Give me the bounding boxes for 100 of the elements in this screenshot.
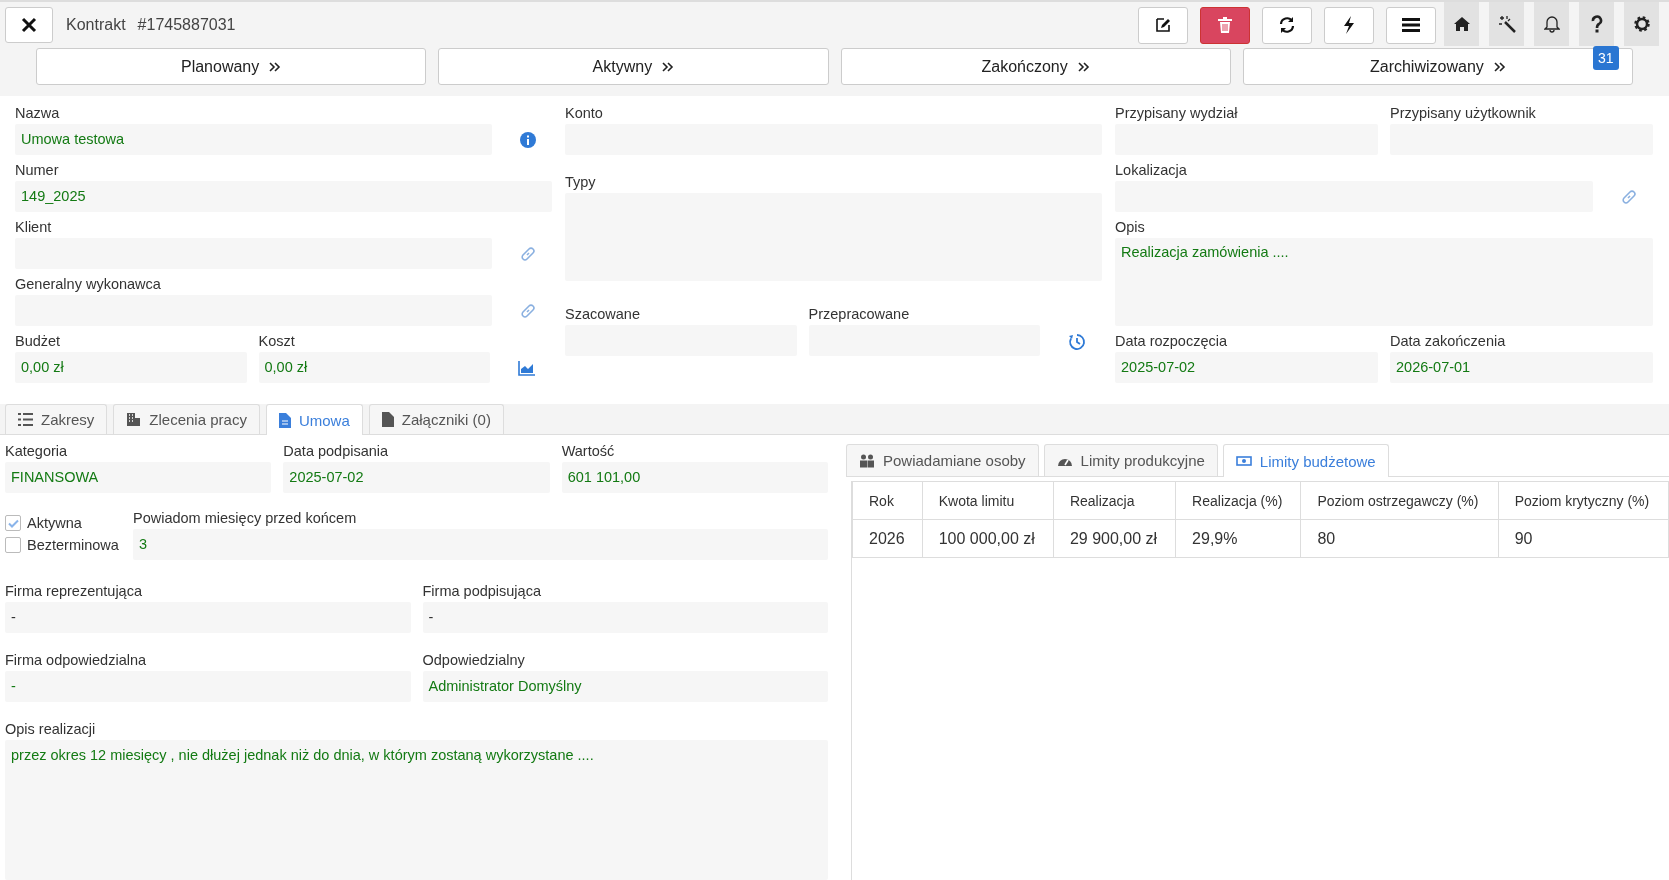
- people-icon: [859, 453, 875, 468]
- bell-button[interactable]: [1534, 2, 1569, 46]
- checkbox[interactable]: [5, 537, 21, 553]
- field-label: Firma odpowiedzialna: [5, 651, 148, 670]
- column-header: Poziom ostrzegawczy (%): [1300, 481, 1499, 520]
- tab[interactable]: Zakresy: [5, 404, 108, 434]
- name-field[interactable]: Umowa testowa: [15, 124, 492, 155]
- table-cell: 29,9%: [1175, 519, 1301, 558]
- column-header: Realizacja: [1053, 481, 1176, 520]
- close-button[interactable]: [5, 7, 53, 43]
- settings-icon: [1632, 15, 1651, 33]
- checkbox[interactable]: [5, 515, 21, 531]
- timer-icon[interactable]: [1068, 333, 1086, 351]
- tab[interactable]: Powiadamiane osoby: [846, 444, 1039, 476]
- menu-button[interactable]: [1386, 6, 1436, 44]
- document-icon: [278, 412, 291, 428]
- tab[interactable]: Limity budżetowe: [1222, 444, 1389, 477]
- stage-button[interactable]: Aktywny: [438, 48, 829, 85]
- realization-description-field[interactable]: przez okres 12 miesięcy , nie dłużej jednak niż do dnia, w którym zostaną wykorzystane ....: [5, 740, 828, 880]
- trash-icon: [1217, 16, 1233, 34]
- menu-icon: [1402, 17, 1420, 33]
- field-label: Data podpisania: [283, 442, 390, 461]
- field-label: Powiadom miesięcy przed końcem: [133, 509, 358, 528]
- field-label: Opis: [1115, 218, 1146, 237]
- column-header: Poziom krytyczny (%): [1498, 481, 1669, 520]
- building-icon: [126, 412, 142, 427]
- field-label: Firma reprezentująca: [5, 582, 143, 601]
- area-chart-icon[interactable]: [518, 360, 536, 376]
- home-icon: [1452, 16, 1471, 32]
- window-title: Kontrakt: [66, 16, 126, 34]
- help-icon: [1589, 15, 1604, 33]
- wand-icon: [1497, 15, 1516, 33]
- column-header: Rok: [852, 481, 923, 520]
- edit-button[interactable]: [1138, 6, 1188, 44]
- edit-icon: [1154, 16, 1172, 34]
- wand-button[interactable]: [1489, 2, 1524, 46]
- budget-field[interactable]: 0,00 zł: [15, 352, 247, 383]
- double-chevron-icon: [1493, 60, 1506, 73]
- field-label: Nazwa: [15, 104, 61, 123]
- description-field[interactable]: Realizacja zamówienia ....: [1115, 238, 1653, 326]
- bell-icon: [1543, 15, 1560, 33]
- refresh-icon: [1277, 15, 1297, 35]
- link-icon[interactable]: [1621, 189, 1637, 205]
- field-label: Konto: [565, 104, 604, 123]
- signed-date-field[interactable]: 2025-07-02: [283, 462, 550, 493]
- table-cell: 100 000,00 zł: [922, 519, 1054, 558]
- field-label: Budżet: [15, 332, 62, 351]
- lightning-button[interactable]: [1324, 6, 1374, 44]
- lightning-icon: [1342, 15, 1356, 35]
- responsible-company-field[interactable]: -: [5, 671, 411, 702]
- field-label: Numer: [15, 161, 60, 180]
- table-cell: 29 900,00 zł: [1053, 519, 1176, 558]
- field-label: Koszt: [258, 332, 296, 351]
- home-button[interactable]: [1444, 2, 1479, 46]
- link-icon[interactable]: [520, 246, 536, 262]
- record-number: #1745887031: [137, 16, 236, 34]
- representing-company-field[interactable]: -: [5, 602, 411, 633]
- notification-badge: 31: [1593, 46, 1619, 70]
- double-chevron-icon: [662, 60, 675, 73]
- field-label: Lokalizacja: [1115, 161, 1188, 180]
- help-button[interactable]: [1579, 2, 1614, 46]
- responsible-field[interactable]: Administrator Domyślny: [422, 671, 828, 702]
- notify-months-field[interactable]: 3: [133, 529, 828, 560]
- info-icon[interactable]: [520, 132, 536, 148]
- tab[interactable]: Limity produkcyjne: [1043, 444, 1218, 476]
- cost-field[interactable]: 0,00 zł: [258, 352, 490, 383]
- field-label: Firma podpisująca: [422, 582, 542, 601]
- field-label: Data rozpoczęcia: [1115, 332, 1229, 351]
- value-field[interactable]: 601 101,00: [561, 462, 828, 493]
- field-label: Przypisany użytkownik: [1390, 104, 1537, 123]
- double-chevron-icon: [269, 60, 282, 73]
- tab[interactable]: Umowa: [265, 404, 363, 435]
- category-field[interactable]: FINANSOWA: [5, 462, 272, 493]
- tab[interactable]: Załączniki (0): [368, 404, 504, 434]
- field-label: Przepracowane: [808, 305, 911, 324]
- refresh-button[interactable]: [1262, 6, 1312, 44]
- delete-button[interactable]: [1200, 6, 1250, 44]
- checkbox-label: Aktywna: [27, 515, 82, 531]
- field-label: Generalny wykonawca: [15, 275, 162, 294]
- field-label: Przypisany wydział: [1115, 104, 1239, 123]
- table-cell: 2026: [852, 519, 923, 558]
- link-icon[interactable]: [520, 303, 536, 319]
- column-header: Realizacja (%): [1175, 481, 1301, 520]
- signing-company-field[interactable]: -: [422, 602, 828, 633]
- tab[interactable]: Zlecenia pracy: [113, 404, 260, 434]
- table-cell: 80: [1300, 519, 1499, 558]
- field-label: Typy: [565, 173, 597, 192]
- start-date-field[interactable]: 2025-07-02: [1115, 352, 1378, 383]
- field-label: Szacowane: [565, 305, 641, 324]
- settings-button[interactable]: [1624, 2, 1659, 46]
- number-field[interactable]: 149_2025: [15, 181, 552, 212]
- field-label: Kategoria: [5, 442, 69, 461]
- stage-button[interactable]: Planowany: [36, 48, 427, 85]
- end-date-field[interactable]: 2026-07-01: [1390, 352, 1653, 383]
- double-chevron-icon: [1077, 60, 1090, 73]
- checkbox-label: Bezterminowa: [27, 537, 119, 553]
- field-label: Odpowiedzialny: [422, 651, 526, 670]
- field-label: Opis realizacji: [5, 720, 97, 739]
- stage-button[interactable]: Zakończony: [840, 48, 1231, 85]
- field-label: Wartość: [561, 442, 616, 461]
